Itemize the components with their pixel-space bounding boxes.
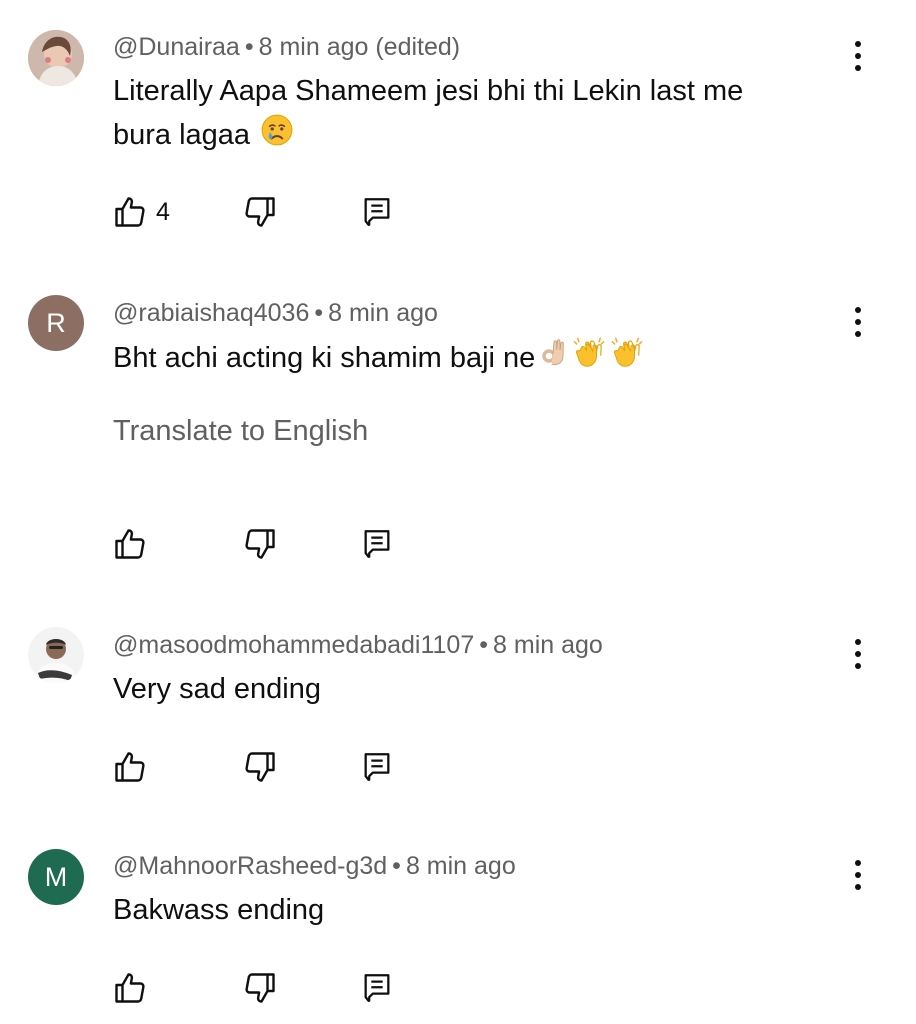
author-handle[interactable]: @masoodmohammedabadi1107 (113, 631, 474, 659)
more-vert-icon[interactable] (840, 853, 876, 897)
avatar[interactable]: M (28, 849, 84, 905)
thumb-up-icon (112, 970, 148, 1006)
like-button[interactable]: 4 (112, 190, 170, 234)
comment-text-line: bura lagaa (113, 119, 251, 152)
avatar-letter: M (44, 861, 68, 892)
dislike-button[interactable] (242, 190, 278, 234)
comment-actions (0, 745, 916, 789)
separator: • (479, 631, 489, 659)
reply-button[interactable] (360, 190, 394, 234)
comment-meta: @Dunairaa • 8 min ago (edited) (113, 33, 460, 62)
thumb-down-icon (242, 749, 278, 785)
author-handle[interactable]: @Dunairaa (113, 33, 240, 61)
comment-text-line: Literally Aapa Shameem jesi bhi thi Leki… (113, 75, 744, 107)
thumb-down-icon (242, 194, 278, 230)
reply-icon (360, 749, 394, 785)
avatar-letter: R (46, 307, 66, 338)
translate-link[interactable]: Translate to English (113, 415, 368, 448)
separator: • (244, 33, 254, 61)
dislike-button[interactable] (242, 966, 278, 1010)
more-vert-icon[interactable] (840, 34, 876, 78)
more-vert-icon[interactable] (840, 632, 876, 676)
thumb-down-icon (242, 526, 278, 562)
comment-text-line: Bht achi acting ki shamim baji ne (113, 342, 536, 375)
clapping-hands-emoji (571, 335, 607, 384)
avatar-photo (28, 627, 84, 683)
reply-icon (360, 970, 394, 1006)
author-handle[interactable]: @MahnoorRasheed-g3d (113, 852, 387, 880)
separator: • (392, 852, 401, 880)
more-vert-icon[interactable] (840, 300, 876, 344)
comment-actions: 4 (0, 190, 916, 234)
separator: • (314, 299, 324, 327)
comment-text: Literally Aapa Shameem jesi bhi thi Leki… (113, 69, 833, 160)
comment-meta: @rabiaishaq4036 • 8 min ago (113, 299, 438, 328)
comment-text: Bakwass ending (113, 888, 833, 932)
reply-button[interactable] (360, 522, 394, 566)
like-count: 4 (156, 197, 170, 226)
dislike-button[interactable] (242, 745, 278, 789)
timestamp: 8 min ago (edited) (258, 33, 461, 61)
avatar[interactable] (28, 30, 84, 86)
comment-meta: @masoodmohammedabadi1107 • 8 min ago (113, 631, 603, 660)
comment-actions (0, 522, 916, 566)
author-handle[interactable]: @rabiaishaq4036 (113, 299, 309, 327)
reply-button[interactable] (360, 966, 394, 1010)
comment-text: Very sad ending (113, 667, 833, 711)
avatar[interactable]: R (28, 295, 84, 351)
thumb-up-icon (112, 749, 148, 785)
comment-text-line: Bakwass ending (113, 894, 325, 926)
like-button[interactable] (112, 745, 148, 789)
ok-hand-emoji (537, 336, 569, 383)
avatar-photo (28, 30, 84, 86)
thumb-up-icon (112, 194, 148, 230)
comment-text-line: Very sad ending (113, 673, 321, 705)
timestamp: 8 min ago (328, 299, 438, 327)
dislike-button[interactable] (242, 522, 278, 566)
crying-face-emoji (260, 113, 294, 160)
reply-icon (360, 194, 394, 230)
avatar[interactable] (28, 627, 84, 683)
comment-actions (0, 966, 916, 1010)
like-button[interactable] (112, 966, 148, 1010)
like-button[interactable] (112, 522, 148, 566)
comment-meta: @MahnoorRasheed-g3d • 8 min ago (113, 852, 516, 881)
thumb-down-icon (242, 970, 278, 1006)
timestamp: 8 min ago (493, 631, 603, 659)
reply-button[interactable] (360, 745, 394, 789)
thumb-up-icon (112, 526, 148, 562)
reply-icon (360, 526, 394, 562)
timestamp: 8 min ago (405, 852, 516, 880)
clapping-hands-emoji (609, 335, 645, 384)
comment-text: Bht achi acting ki shamim baji ne (113, 335, 833, 384)
